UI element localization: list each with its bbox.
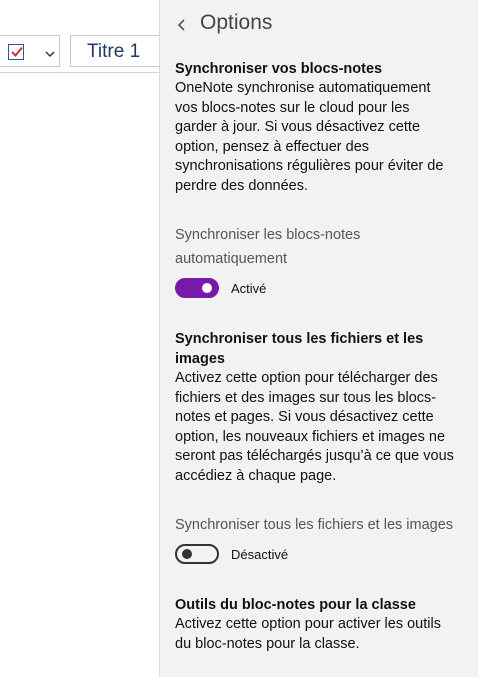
section-title: Outils du bloc-notes pour la classe <box>175 597 416 613</box>
toggle-knob <box>202 283 212 293</box>
section-class-notebook: Outils du bloc-notes pour la classe Acti… <box>175 595 455 654</box>
todo-tag-dropdown[interactable] <box>0 35 60 67</box>
toggle-state-label: Désactivé <box>231 546 289 562</box>
toggle-row-sync-files: Désactivé <box>175 543 288 565</box>
option-label-sync-auto: Synchroniser les blocs-notes automatique… <box>175 227 361 267</box>
section-description: OneNote synchronise automatiquement vos … <box>175 80 444 194</box>
section-title: Synchroniser vos blocs-notes <box>175 61 383 77</box>
pane-title: Options <box>200 11 273 34</box>
sync-auto-toggle[interactable] <box>175 278 219 298</box>
pane-header: Options <box>160 0 478 50</box>
section-sync-notebooks: Synchroniser vos blocs-notes OneNote syn… <box>175 59 455 196</box>
option-label-sync-files: Synchroniser tous les fichiers et les im… <box>175 517 454 533</box>
section-description: Activez cette option pour télécharger de… <box>175 370 454 484</box>
section-sync-files: Synchroniser tous les fichiers et les im… <box>175 329 455 486</box>
section-description: Activez cette option pour activer les ou… <box>175 616 441 652</box>
document-area: Titre 1 <box>0 0 170 677</box>
style-label: Titre 1 <box>87 41 141 62</box>
checkbox-checked-icon <box>8 44 24 60</box>
toggle-knob <box>182 549 192 559</box>
chevron-down-icon[interactable] <box>44 46 56 64</box>
section-title: Synchroniser tous les fichiers et les im… <box>175 331 424 367</box>
sync-files-toggle[interactable] <box>175 544 219 564</box>
toggle-state-label: Activé <box>231 280 267 296</box>
options-pane: Options Synchroniser vos blocs-notes One… <box>160 0 478 677</box>
toggle-row-sync-auto: Activé <box>175 277 266 299</box>
style-selector[interactable]: Titre 1 <box>70 35 170 67</box>
chevron-left-icon[interactable] <box>172 14 192 36</box>
